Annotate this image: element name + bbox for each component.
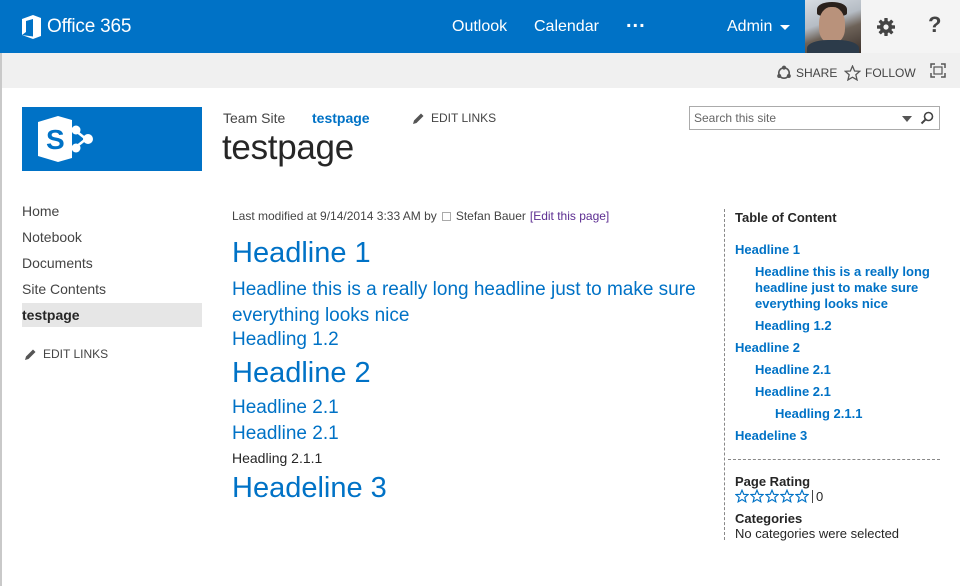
- brand-text: Office 365: [47, 16, 132, 37]
- suite-link-calendar[interactable]: Calendar: [534, 18, 599, 36]
- heading-headeline-3: Headeline 3: [232, 472, 387, 504]
- site-logo[interactable]: S: [22, 107, 202, 171]
- chevron-down-icon[interactable]: [780, 25, 790, 30]
- suite-link-outlook[interactable]: Outlook: [452, 18, 507, 36]
- edit-links-quicklaunch-button[interactable]: EDIT LINKS: [24, 347, 108, 361]
- follow-button[interactable]: FOLLOW: [844, 65, 916, 81]
- star-icon[interactable]: [765, 489, 779, 503]
- heading-long-headline: Headline this is a really long headline …: [232, 279, 696, 326]
- quicklaunch-selected-label: testpage: [22, 307, 80, 323]
- heading-headling-1-2: Headling 1.2: [232, 329, 339, 350]
- heading-headling-2-1-1: Headling 2.1.1: [232, 450, 323, 466]
- star-icon[interactable]: [795, 489, 809, 503]
- presence-icon: [441, 211, 451, 221]
- heading-headline-2-1-b: Headline 2.1: [232, 423, 339, 444]
- focus-content-icon[interactable]: [930, 63, 946, 78]
- edit-page-link[interactable]: [Edit this page]: [530, 209, 609, 223]
- edit-links-label: EDIT LINKS: [43, 347, 109, 361]
- rating-stars: 0: [735, 489, 823, 503]
- star-icon[interactable]: [780, 489, 794, 503]
- rating-count: 0: [812, 489, 823, 503]
- help-icon: ?: [928, 12, 942, 37]
- share-icon: [777, 65, 791, 79]
- page-edge: [0, 53, 2, 586]
- svg-text:S: S: [46, 124, 65, 155]
- last-modified-info: Last modified at 9/14/2014 3:33 AM by St…: [232, 209, 609, 223]
- heading-headline-2: Headline 2: [232, 357, 371, 389]
- heading-headline-1: Headline 1: [232, 237, 371, 269]
- search-icon[interactable]: [920, 111, 934, 125]
- edit-links-label: EDIT LINKS: [431, 111, 497, 125]
- pencil-icon: [25, 349, 36, 360]
- settings-button[interactable]: [861, 0, 911, 53]
- office-logo-icon: [22, 15, 41, 39]
- search-box: [689, 106, 940, 130]
- categories-value: No categories were selected: [735, 526, 900, 541]
- star-icon[interactable]: [750, 489, 764, 503]
- modified-by-user[interactable]: Stefan Bauer: [456, 209, 526, 223]
- star-icon[interactable]: [735, 489, 749, 503]
- topnav-team-site[interactable]: Team Site: [223, 110, 285, 126]
- categories-title: Categories: [735, 511, 803, 526]
- suite-bar: Office 365 Outlook Calendar ... Admin ?: [0, 0, 960, 53]
- help-button[interactable]: ?: [911, 0, 960, 53]
- heading-headline-2-1-a: Headline 2.1: [232, 397, 339, 418]
- quicklaunch-item-notebook[interactable]: Notebook: [22, 229, 82, 245]
- quicklaunch-item-testpage[interactable]: testpage: [22, 303, 202, 327]
- right-pane-divider: [724, 209, 725, 540]
- gear-icon: [877, 18, 895, 36]
- search-input[interactable]: [694, 109, 890, 127]
- toc-item-headeline-3[interactable]: Headeline 3: [735, 428, 807, 444]
- avatar[interactable]: [805, 0, 861, 53]
- quicklaunch-item-home[interactable]: Home: [22, 203, 59, 219]
- toc-item-headling-2-1-1[interactable]: Headling 2.1.1: [775, 406, 862, 422]
- quicklaunch-item-site-contents[interactable]: Site Contents: [22, 281, 106, 297]
- office365-brand[interactable]: Office 365: [22, 15, 131, 39]
- topnav-testpage[interactable]: testpage: [312, 110, 370, 126]
- suite-more-button[interactable]: ...: [626, 10, 646, 33]
- share-label: SHARE: [796, 66, 838, 80]
- toc-item-headline-2-1-a[interactable]: Headline 2.1: [755, 362, 831, 378]
- toc-item-headling-1-2[interactable]: Headling 1.2: [755, 318, 832, 334]
- right-pane-separator: [728, 459, 940, 460]
- toc-title: Table of Content: [735, 210, 837, 225]
- edit-links-topnav-button[interactable]: EDIT LINKS: [412, 111, 496, 125]
- last-modified-text: Last modified at 9/14/2014 3:33 AM by: [232, 209, 437, 223]
- toc-item-headline-2[interactable]: Headline 2: [735, 340, 800, 356]
- ribbon-bar: SHARE FOLLOW: [2, 53, 960, 88]
- page-rating-title: Page Rating: [735, 474, 811, 489]
- follow-label: FOLLOW: [865, 66, 916, 80]
- sharepoint-logo-icon: S: [38, 116, 93, 162]
- toc-item-headline-2-1-b[interactable]: Headline 2.1: [755, 384, 831, 400]
- user-menu[interactable]: Admin: [727, 18, 772, 36]
- follow-star-icon: [844, 65, 861, 81]
- page-title: testpage: [222, 128, 354, 167]
- pencil-icon: [413, 113, 424, 124]
- toc-item-long-headline[interactable]: Headline this is a really long headline …: [755, 264, 940, 312]
- quicklaunch-item-documents[interactable]: Documents: [22, 255, 93, 271]
- toc-item-headline-1[interactable]: Headline 1: [735, 242, 800, 258]
- share-button[interactable]: SHARE: [776, 65, 837, 81]
- search-scope-dropdown-icon[interactable]: [902, 116, 912, 122]
